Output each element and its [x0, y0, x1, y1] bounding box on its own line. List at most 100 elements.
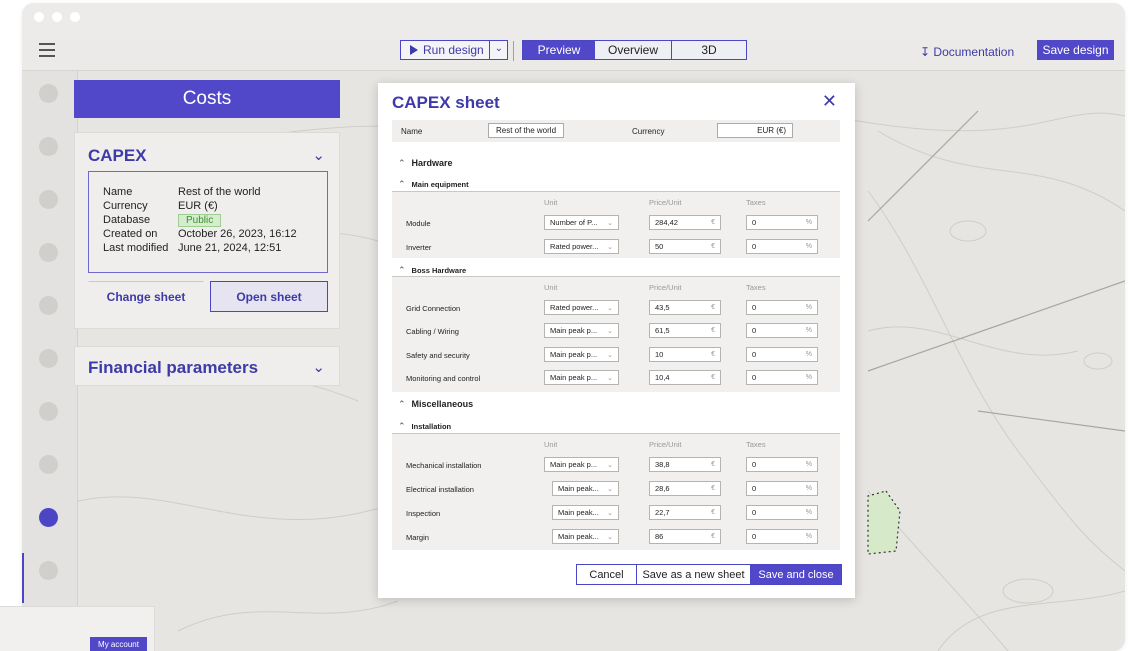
- unit-value: Main peak p...: [550, 373, 598, 382]
- costs-header: Costs: [74, 80, 340, 118]
- unit-select[interactable]: Main peak p... ⌄: [544, 347, 619, 362]
- taxes-value: 0: [752, 350, 757, 359]
- section-hardware[interactable]: ⌃ Hardware: [398, 158, 453, 169]
- price-input[interactable]: 43,5 €: [649, 300, 721, 315]
- price-input[interactable]: 10 €: [649, 347, 721, 362]
- currency-suffix: €: [711, 219, 715, 226]
- taxes-input[interactable]: 0%: [746, 215, 818, 230]
- menu-icon[interactable]: [39, 43, 55, 57]
- name-field[interactable]: Rest of the world: [488, 123, 564, 138]
- price-input[interactable]: 22,7 €: [649, 505, 721, 520]
- price-value: 10: [655, 350, 664, 359]
- info-value: Rest of the world: [178, 186, 261, 198]
- price-column-header: Price/Unit: [649, 283, 682, 292]
- taxes-value: 0: [752, 460, 757, 469]
- rail-item[interactable]: [39, 296, 58, 315]
- currency-suffix: €: [711, 509, 715, 516]
- price-input[interactable]: 38,8 €: [649, 457, 721, 472]
- unit-select[interactable]: Main peak... ⌄: [552, 481, 619, 496]
- section-miscellaneous[interactable]: ⌃ Miscellaneous: [398, 399, 473, 410]
- window-titlebar: [22, 3, 1125, 33]
- change-sheet-button[interactable]: Change sheet: [88, 281, 204, 312]
- save-as-new-sheet-button[interactable]: Save as a new sheet: [637, 565, 751, 584]
- chevron-down-icon[interactable]: ⌄: [312, 358, 325, 376]
- info-key: Created on: [103, 228, 158, 240]
- price-input[interactable]: 86 €: [649, 529, 721, 544]
- price-input[interactable]: 28,6 €: [649, 481, 721, 496]
- unit-select[interactable]: Number of P... ⌄: [544, 215, 619, 230]
- row-label: Grid Connection: [406, 304, 461, 313]
- unit-select[interactable]: Main peak... ⌄: [552, 505, 619, 520]
- tab-3d[interactable]: 3D: [671, 41, 746, 59]
- taxes-input[interactable]: 0%: [746, 300, 818, 315]
- unit-value: Main peak p...: [550, 460, 598, 469]
- chevron-down-icon: ⌄: [607, 328, 613, 335]
- currency-suffix: €: [711, 327, 715, 334]
- chevron-down-icon: ⌄: [607, 510, 613, 517]
- unit-value: Main peak p...: [550, 326, 598, 335]
- cancel-button[interactable]: Cancel: [577, 565, 637, 584]
- taxes-input[interactable]: 0%: [746, 347, 818, 362]
- info-key: Name: [103, 186, 133, 198]
- currency-field[interactable]: EUR (€): [717, 123, 793, 138]
- unit-select[interactable]: Main peak p... ⌄: [544, 323, 619, 338]
- tab-preview[interactable]: Preview: [523, 41, 595, 59]
- tab-overview[interactable]: Overview: [595, 41, 671, 59]
- name-label: Name: [401, 127, 423, 136]
- chevron-down-icon[interactable]: ⌄: [312, 146, 325, 164]
- chevron-down-icon[interactable]: ⌄: [495, 43, 503, 54]
- close-icon[interactable]: ✕: [822, 91, 837, 112]
- price-input[interactable]: 50 €: [649, 239, 721, 254]
- price-input[interactable]: 61,5 €: [649, 323, 721, 338]
- taxes-input[interactable]: 0%: [746, 323, 818, 338]
- info-key: Database: [103, 214, 151, 226]
- financial-parameters-card[interactable]: Financial parameters ⌄: [74, 346, 340, 386]
- row-label: Inspection: [406, 509, 441, 518]
- rail-item-costs[interactable]: [39, 508, 58, 527]
- rail-item[interactable]: [39, 84, 58, 103]
- taxes-input[interactable]: 0%: [746, 505, 818, 520]
- taxes-input[interactable]: 0%: [746, 529, 818, 544]
- rail-item[interactable]: [39, 349, 58, 368]
- subsection-label: Boss Hardware: [411, 266, 467, 275]
- info-value: June 21, 2024, 12:51: [178, 242, 282, 254]
- run-design-button[interactable]: Run design ⌄: [400, 40, 508, 60]
- rail-item[interactable]: [39, 561, 58, 580]
- taxes-input[interactable]: 0%: [746, 457, 818, 472]
- rail-item[interactable]: [39, 190, 58, 209]
- subsection-installation[interactable]: ⌃ Installation: [398, 421, 451, 432]
- subsection-main-equipment[interactable]: ⌃ Main equipment: [398, 179, 469, 190]
- unit-select[interactable]: Rated power... ⌄: [544, 239, 619, 254]
- rail-item[interactable]: [39, 455, 58, 474]
- unit-value: Main peak p...: [550, 350, 598, 359]
- unit-value: Rated power...: [550, 242, 599, 251]
- currency-suffix: €: [711, 243, 715, 250]
- rail-item[interactable]: [39, 137, 58, 156]
- percent-suffix: %: [805, 533, 812, 540]
- subsection-boss-hardware[interactable]: ⌃ Boss Hardware: [398, 265, 466, 276]
- chevron-down-icon: ⌄: [607, 534, 613, 541]
- taxes-input[interactable]: 0%: [746, 481, 818, 496]
- my-account-button[interactable]: My account: [90, 637, 147, 651]
- save-design-button[interactable]: Save design: [1037, 40, 1114, 60]
- unit-value: Rated power...: [550, 303, 599, 312]
- unit-select[interactable]: Rated power... ⌄: [544, 300, 619, 315]
- capex-title: CAPEX: [88, 146, 147, 165]
- price-input[interactable]: 10,4 €: [649, 370, 721, 385]
- price-input[interactable]: 284,42 €: [649, 215, 721, 230]
- unit-select[interactable]: Main peak p... ⌄: [544, 457, 619, 472]
- unit-select[interactable]: Main peak... ⌄: [552, 529, 619, 544]
- currency-suffix: €: [711, 304, 715, 311]
- taxes-input[interactable]: 0%: [746, 370, 818, 385]
- open-sheet-button[interactable]: Open sheet: [210, 281, 328, 312]
- taxes-input[interactable]: 0%: [746, 239, 818, 254]
- rail-item[interactable]: [39, 402, 58, 421]
- rail-item[interactable]: [39, 243, 58, 262]
- caret-up-icon: ⌃: [398, 265, 406, 275]
- percent-suffix: %: [805, 461, 812, 468]
- price-value: 284,42: [655, 218, 678, 227]
- unit-select[interactable]: Main peak p... ⌄: [544, 370, 619, 385]
- save-and-close-button[interactable]: Save and close: [751, 565, 841, 584]
- documentation-link[interactable]: ↧ Documentation: [920, 45, 1014, 59]
- currency-suffix: €: [711, 485, 715, 492]
